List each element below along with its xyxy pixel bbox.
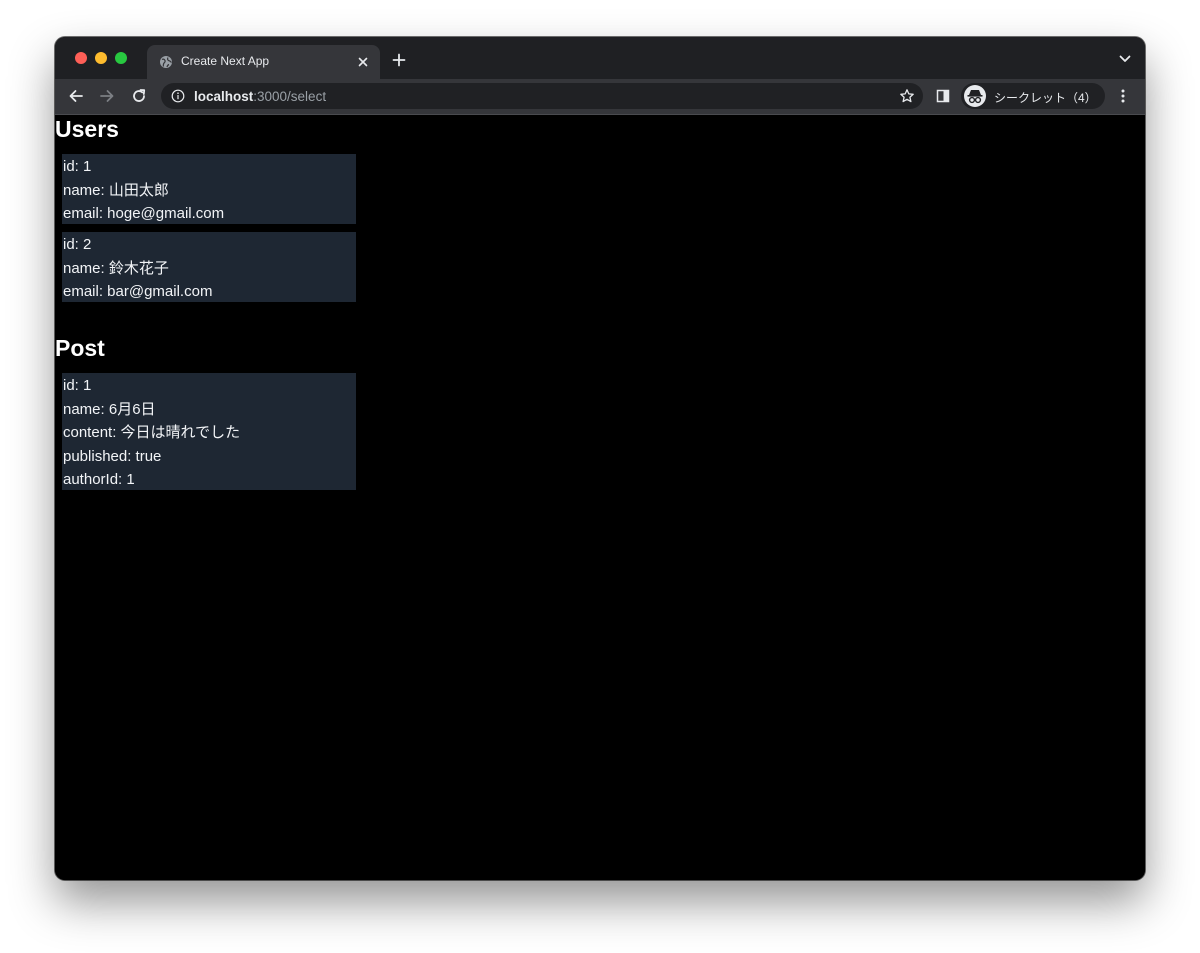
- incognito-profile-button[interactable]: シークレット（4）: [961, 83, 1105, 109]
- users-heading: Users: [55, 116, 119, 142]
- forward-arrow-icon[interactable]: [99, 88, 115, 104]
- window-minimize-button[interactable]: [95, 52, 107, 64]
- user-id: id: 1: [63, 158, 92, 175]
- tab-active[interactable]: Create Next App: [147, 45, 380, 79]
- user-email: email: bar@gmail.com: [63, 283, 213, 300]
- window-maximize-button[interactable]: [115, 52, 127, 64]
- address-bar[interactable]: localhost:3000/select: [161, 83, 923, 109]
- user-id: id: 2: [63, 236, 92, 253]
- post-card: id: 1 name: 6月6日 content: 今日は晴れでした publi…: [62, 373, 356, 490]
- info-icon[interactable]: [171, 89, 185, 103]
- globe-icon: [160, 56, 172, 68]
- url-path: :3000/select: [253, 89, 327, 104]
- browser-toolbar: localhost:3000/select シークレット（4）: [55, 79, 1145, 115]
- user-card: id: 2 name: 鈴木花子 email: bar@gmail.com: [62, 232, 356, 302]
- plus-icon[interactable]: [392, 53, 406, 67]
- star-icon[interactable]: [899, 88, 915, 104]
- tab-title: Create Next App: [181, 54, 270, 68]
- chevron-down-icon[interactable]: [1119, 55, 1131, 63]
- user-email: email: hoge@gmail.com: [63, 205, 225, 222]
- post-published: published: true: [63, 447, 162, 465]
- reload-icon[interactable]: [131, 88, 147, 104]
- user-name: name: 山田太郎: [63, 181, 169, 199]
- incognito-icon: [964, 85, 986, 107]
- post-content: content: 今日は晴れでした: [63, 424, 241, 441]
- post-heading: Post: [55, 335, 105, 361]
- tab-bar: Create Next App: [55, 37, 1145, 79]
- url-text: localhost:3000/select: [194, 89, 326, 104]
- back-arrow-icon[interactable]: [68, 88, 84, 104]
- post-name: name: 6月6日: [63, 400, 156, 418]
- page-content: Users id: 1 name: 山田太郎 email: hoge@gmail…: [55, 115, 1145, 880]
- incognito-label: シークレット（4）: [994, 91, 1097, 105]
- post-author-id: authorId: 1: [63, 471, 135, 488]
- browser-window: Create Next App localhost:3000/select シー…: [55, 37, 1145, 880]
- url-host: localhost: [194, 89, 254, 104]
- window-close-button[interactable]: [75, 52, 87, 64]
- close-icon[interactable]: [356, 55, 370, 69]
- side-panel-icon[interactable]: [936, 89, 950, 103]
- kebab-menu-icon[interactable]: [1115, 88, 1131, 104]
- post-id: id: 1: [63, 377, 92, 394]
- user-card: id: 1 name: 山田太郎 email: hoge@gmail.com: [62, 154, 356, 224]
- user-name: name: 鈴木花子: [63, 259, 169, 277]
